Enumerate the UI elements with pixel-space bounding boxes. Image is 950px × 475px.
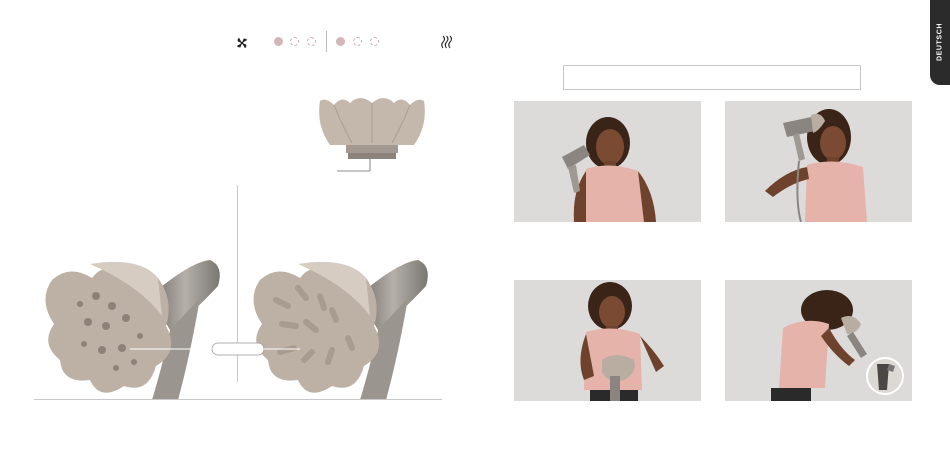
language-tab[interactable]: DEUTSCH [930,0,950,85]
setting-dot [370,37,379,46]
diffuser-attachment-illustration [40,256,450,404]
language-tab-label: DEUTSCH [936,22,944,62]
setting-dot [307,37,316,46]
photo-attaching-diffuser [514,280,701,401]
photo-drying-top [725,101,912,222]
diffuser-side-illustration [312,95,432,175]
setting-dot [353,37,362,46]
baseline-rule [34,399,442,400]
fan-icon [236,36,248,49]
heat-waves-icon [440,35,454,49]
photo-drying-side [514,101,701,222]
setting-dot [336,37,345,46]
caption-box [563,65,861,90]
dots-divider [326,31,327,52]
photo-diffusing-bent-over [725,280,912,401]
setting-dot [290,37,299,46]
setting-dot [274,37,283,46]
